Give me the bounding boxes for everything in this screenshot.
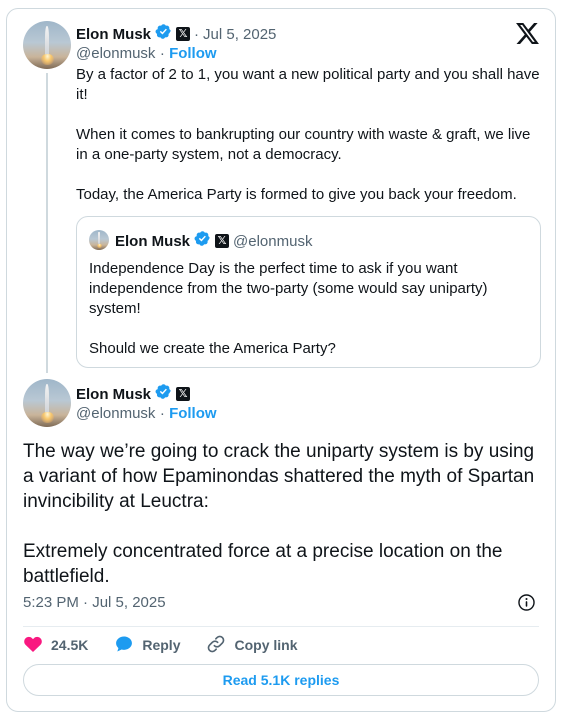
thread-connector-line [46, 73, 48, 373]
tweet-paragraph: By a factor of 2 to 1, you want a new po… [76, 66, 540, 103]
x-logo-icon[interactable] [516, 23, 539, 49]
info-icon[interactable] [517, 593, 536, 617]
handle-separator: · [159, 45, 170, 62]
avatar[interactable] [23, 379, 71, 427]
follow-button[interactable]: Follow [169, 45, 217, 62]
divider [23, 626, 539, 627]
date-separator: · [194, 25, 200, 43]
x-affiliation-badge-icon: 𝕏 [215, 234, 230, 248]
tweet-actions: 24.5K Reply Copy link [23, 633, 324, 657]
quoted-tweet-text: Independence Day is the perfect time to … [89, 259, 529, 379]
handle-row: @elonmusk · Follow [76, 405, 217, 423]
heart-icon [23, 634, 43, 657]
reply-button[interactable]: Reply [114, 634, 180, 657]
speech-bubble-icon [114, 634, 134, 657]
verified-badge-icon [155, 383, 172, 405]
tweet-paragraph: Today, the America Party is formed to gi… [76, 186, 517, 203]
avatar [89, 230, 109, 250]
like-count: 24.5K [51, 637, 89, 653]
author-handle[interactable]: @elonmusk [76, 405, 155, 422]
handle-separator: · [159, 405, 170, 422]
x-affiliation-badge-icon: 𝕏 [176, 27, 191, 41]
quoted-tweet[interactable]: Elon Musk 𝕏 @elonmusk Independence Day i… [76, 216, 541, 368]
quoted-tweet-header: Elon Musk 𝕏 @elonmusk [115, 230, 312, 252]
like-button[interactable]: 24.5K [23, 634, 88, 657]
tweet-date[interactable]: Jul 5, 2025 [203, 26, 276, 43]
avatar[interactable] [23, 21, 71, 69]
follow-button[interactable]: Follow [169, 405, 217, 422]
tweet-paragraph: Should we create the America Party? [89, 340, 336, 357]
copy-link-button[interactable]: Copy link [206, 634, 298, 657]
tweet-text: The way we’re going to crack the unipart… [23, 439, 543, 589]
author-name: Elon Musk [115, 232, 191, 250]
author-handle[interactable]: @elonmusk [76, 45, 155, 62]
tweet-paragraph: Independence Day is the perfect time to … [89, 260, 488, 317]
link-icon [206, 634, 226, 657]
verified-badge-icon [155, 23, 172, 45]
x-affiliation-badge-icon: 𝕏 [176, 387, 191, 401]
tweet-header: Elon Musk 𝕏 [76, 383, 191, 405]
author-name[interactable]: Elon Musk [76, 386, 151, 403]
tweet-paragraph: When it comes to bankrupting our country… [76, 126, 531, 163]
handle-row: @elonmusk · Follow [76, 45, 217, 63]
tweet-paragraph: Extremely concentrated force at a precis… [23, 541, 503, 587]
author-handle: @elonmusk [233, 232, 313, 250]
tweet-header: Elon Musk 𝕏 · Jul 5, 2025 [76, 23, 276, 45]
copy-link-label: Copy link [234, 637, 298, 653]
verified-badge-icon [194, 230, 211, 252]
tweet-timestamp[interactable]: 5:23 PM · Jul 5, 2025 [23, 594, 166, 611]
tweet-paragraph: The way we’re going to crack the unipart… [23, 441, 535, 512]
reply-label: Reply [142, 637, 181, 653]
author-name[interactable]: Elon Musk [76, 26, 151, 43]
read-replies-button[interactable]: Read 5.1K replies [23, 664, 539, 696]
embedded-tweet-card: Elon Musk 𝕏 · Jul 5, 2025 @elonmusk · Fo… [6, 8, 556, 712]
tweet-text: By a factor of 2 to 1, you want a new po… [76, 65, 544, 205]
